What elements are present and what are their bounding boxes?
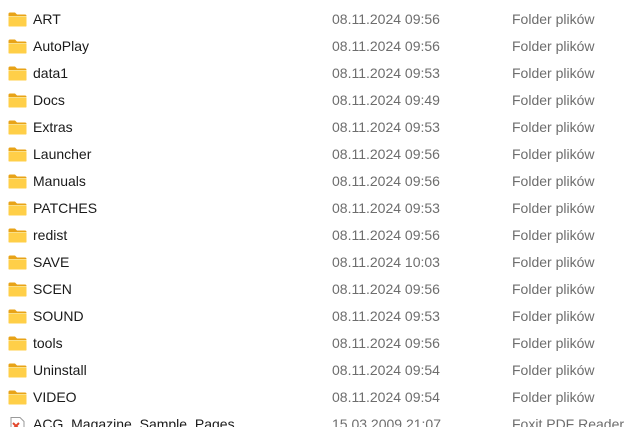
file-name: AutoPlay	[33, 38, 90, 54]
folder-icon	[8, 228, 27, 243]
file-type: Folder plików	[512, 281, 595, 297]
file-name: SOUND	[33, 308, 84, 324]
folder-icon	[8, 255, 27, 270]
pdf-file-icon	[8, 417, 27, 427]
file-type: Folder plików	[512, 119, 595, 135]
file-date-modified: 08.11.2024 09:53	[332, 119, 440, 135]
file-name: data1	[33, 65, 69, 81]
file-date-modified: 08.11.2024 09:56	[332, 227, 440, 243]
folder-icon	[8, 66, 27, 81]
file-name: Manuals	[33, 173, 86, 189]
file-type: Folder plików	[512, 65, 595, 81]
file-row[interactable]: SAVE 08.11.2024 10:03 Folder plików	[0, 249, 640, 276]
folder-icon	[8, 201, 27, 216]
file-list: ART 08.11.2024 09:56 Folder plików AutoPlay…	[0, 0, 640, 427]
file-date-modified: 08.11.2024 09:56	[332, 146, 440, 162]
folder-icon	[8, 120, 27, 135]
file-date-modified: 08.11.2024 09:53	[332, 308, 440, 324]
file-type: Folder plików	[512, 227, 595, 243]
file-name: VIDEO	[33, 389, 77, 405]
file-row[interactable]: Extras 08.11.2024 09:53 Folder plików	[0, 114, 640, 141]
file-date-modified: 08.11.2024 09:53	[332, 65, 440, 81]
file-type: Folder plików	[512, 335, 595, 351]
file-date-modified: 08.11.2024 09:56	[332, 38, 440, 54]
file-row[interactable]: PATCHES 08.11.2024 09:53 Folder plików	[0, 195, 640, 222]
file-date-modified: 08.11.2024 09:56	[332, 281, 440, 297]
file-type: Folder plików	[512, 389, 595, 405]
file-type: Folder plików	[512, 362, 595, 378]
file-row[interactable]: Launcher 08.11.2024 09:56 Folder plików	[0, 141, 640, 168]
file-name: redist	[33, 227, 68, 243]
file-name: Extras	[33, 119, 73, 135]
file-type: Folder plików	[512, 11, 595, 27]
file-date-modified: 08.11.2024 09:56	[332, 173, 440, 189]
file-date-modified: 08.11.2024 10:03	[332, 254, 440, 270]
folder-icon	[8, 147, 27, 162]
file-name: tools	[33, 335, 63, 351]
file-date-modified: 15.03.2009 21:07	[332, 416, 441, 427]
folder-icon	[8, 282, 27, 297]
file-name: Docs	[33, 92, 65, 108]
file-type: Folder plików	[512, 38, 595, 54]
file-type: Folder plików	[512, 308, 595, 324]
file-row[interactable]: SCEN 08.11.2024 09:56 Folder plików	[0, 276, 640, 303]
file-row[interactable]: redist 08.11.2024 09:56 Folder plików	[0, 222, 640, 249]
folder-icon	[8, 12, 27, 27]
folder-icon	[8, 93, 27, 108]
file-row[interactable]: VIDEO 08.11.2024 09:54 Folder plików	[0, 384, 640, 411]
file-type: Folder plików	[512, 200, 595, 216]
file-name: ART	[33, 11, 61, 27]
file-row[interactable]: Manuals 08.11.2024 09:56 Folder plików	[0, 168, 640, 195]
file-type: Folder plików	[512, 92, 595, 108]
file-row[interactable]: SOUND 08.11.2024 09:53 Folder plików	[0, 303, 640, 330]
file-name: SCEN	[33, 281, 72, 297]
file-name: Uninstall	[33, 362, 87, 378]
file-type: Folder plików	[512, 254, 595, 270]
folder-icon	[8, 39, 27, 54]
file-name: SAVE	[33, 254, 70, 270]
file-date-modified: 08.11.2024 09:49	[332, 92, 440, 108]
file-row[interactable]: Uninstall 08.11.2024 09:54 Folder plików	[0, 357, 640, 384]
file-row[interactable]: tools 08.11.2024 09:56 Folder plików	[0, 330, 640, 357]
file-row[interactable]: Docs 08.11.2024 09:49 Folder plików	[0, 87, 640, 114]
file-date-modified: 08.11.2024 09:54	[332, 389, 440, 405]
file-type: Folder plików	[512, 173, 595, 189]
folder-icon	[8, 309, 27, 324]
folder-icon	[8, 363, 27, 378]
file-name: ACG_Magazine_Sample_Pages	[33, 416, 235, 427]
file-date-modified: 08.11.2024 09:53	[332, 200, 440, 216]
file-date-modified: 08.11.2024 09:56	[332, 335, 440, 351]
file-type: Folder plików	[512, 146, 595, 162]
folder-icon	[8, 390, 27, 405]
file-name: PATCHES	[33, 200, 98, 216]
file-date-modified: 08.11.2024 09:56	[332, 11, 440, 27]
file-row[interactable]: ACG_Magazine_Sample_Pages 15.03.2009 21:0…	[0, 411, 640, 427]
file-row[interactable]: AutoPlay 08.11.2024 09:56 Folder plików	[0, 33, 640, 60]
file-row[interactable]: ART 08.11.2024 09:56 Folder plików	[0, 6, 640, 33]
folder-icon	[8, 174, 27, 189]
folder-icon	[8, 336, 27, 351]
file-date-modified: 08.11.2024 09:54	[332, 362, 440, 378]
file-name: Launcher	[33, 146, 92, 162]
file-type: Foxit PDF Reader ...	[512, 416, 640, 427]
file-row[interactable]: data1 08.11.2024 09:53 Folder plików	[0, 60, 640, 87]
